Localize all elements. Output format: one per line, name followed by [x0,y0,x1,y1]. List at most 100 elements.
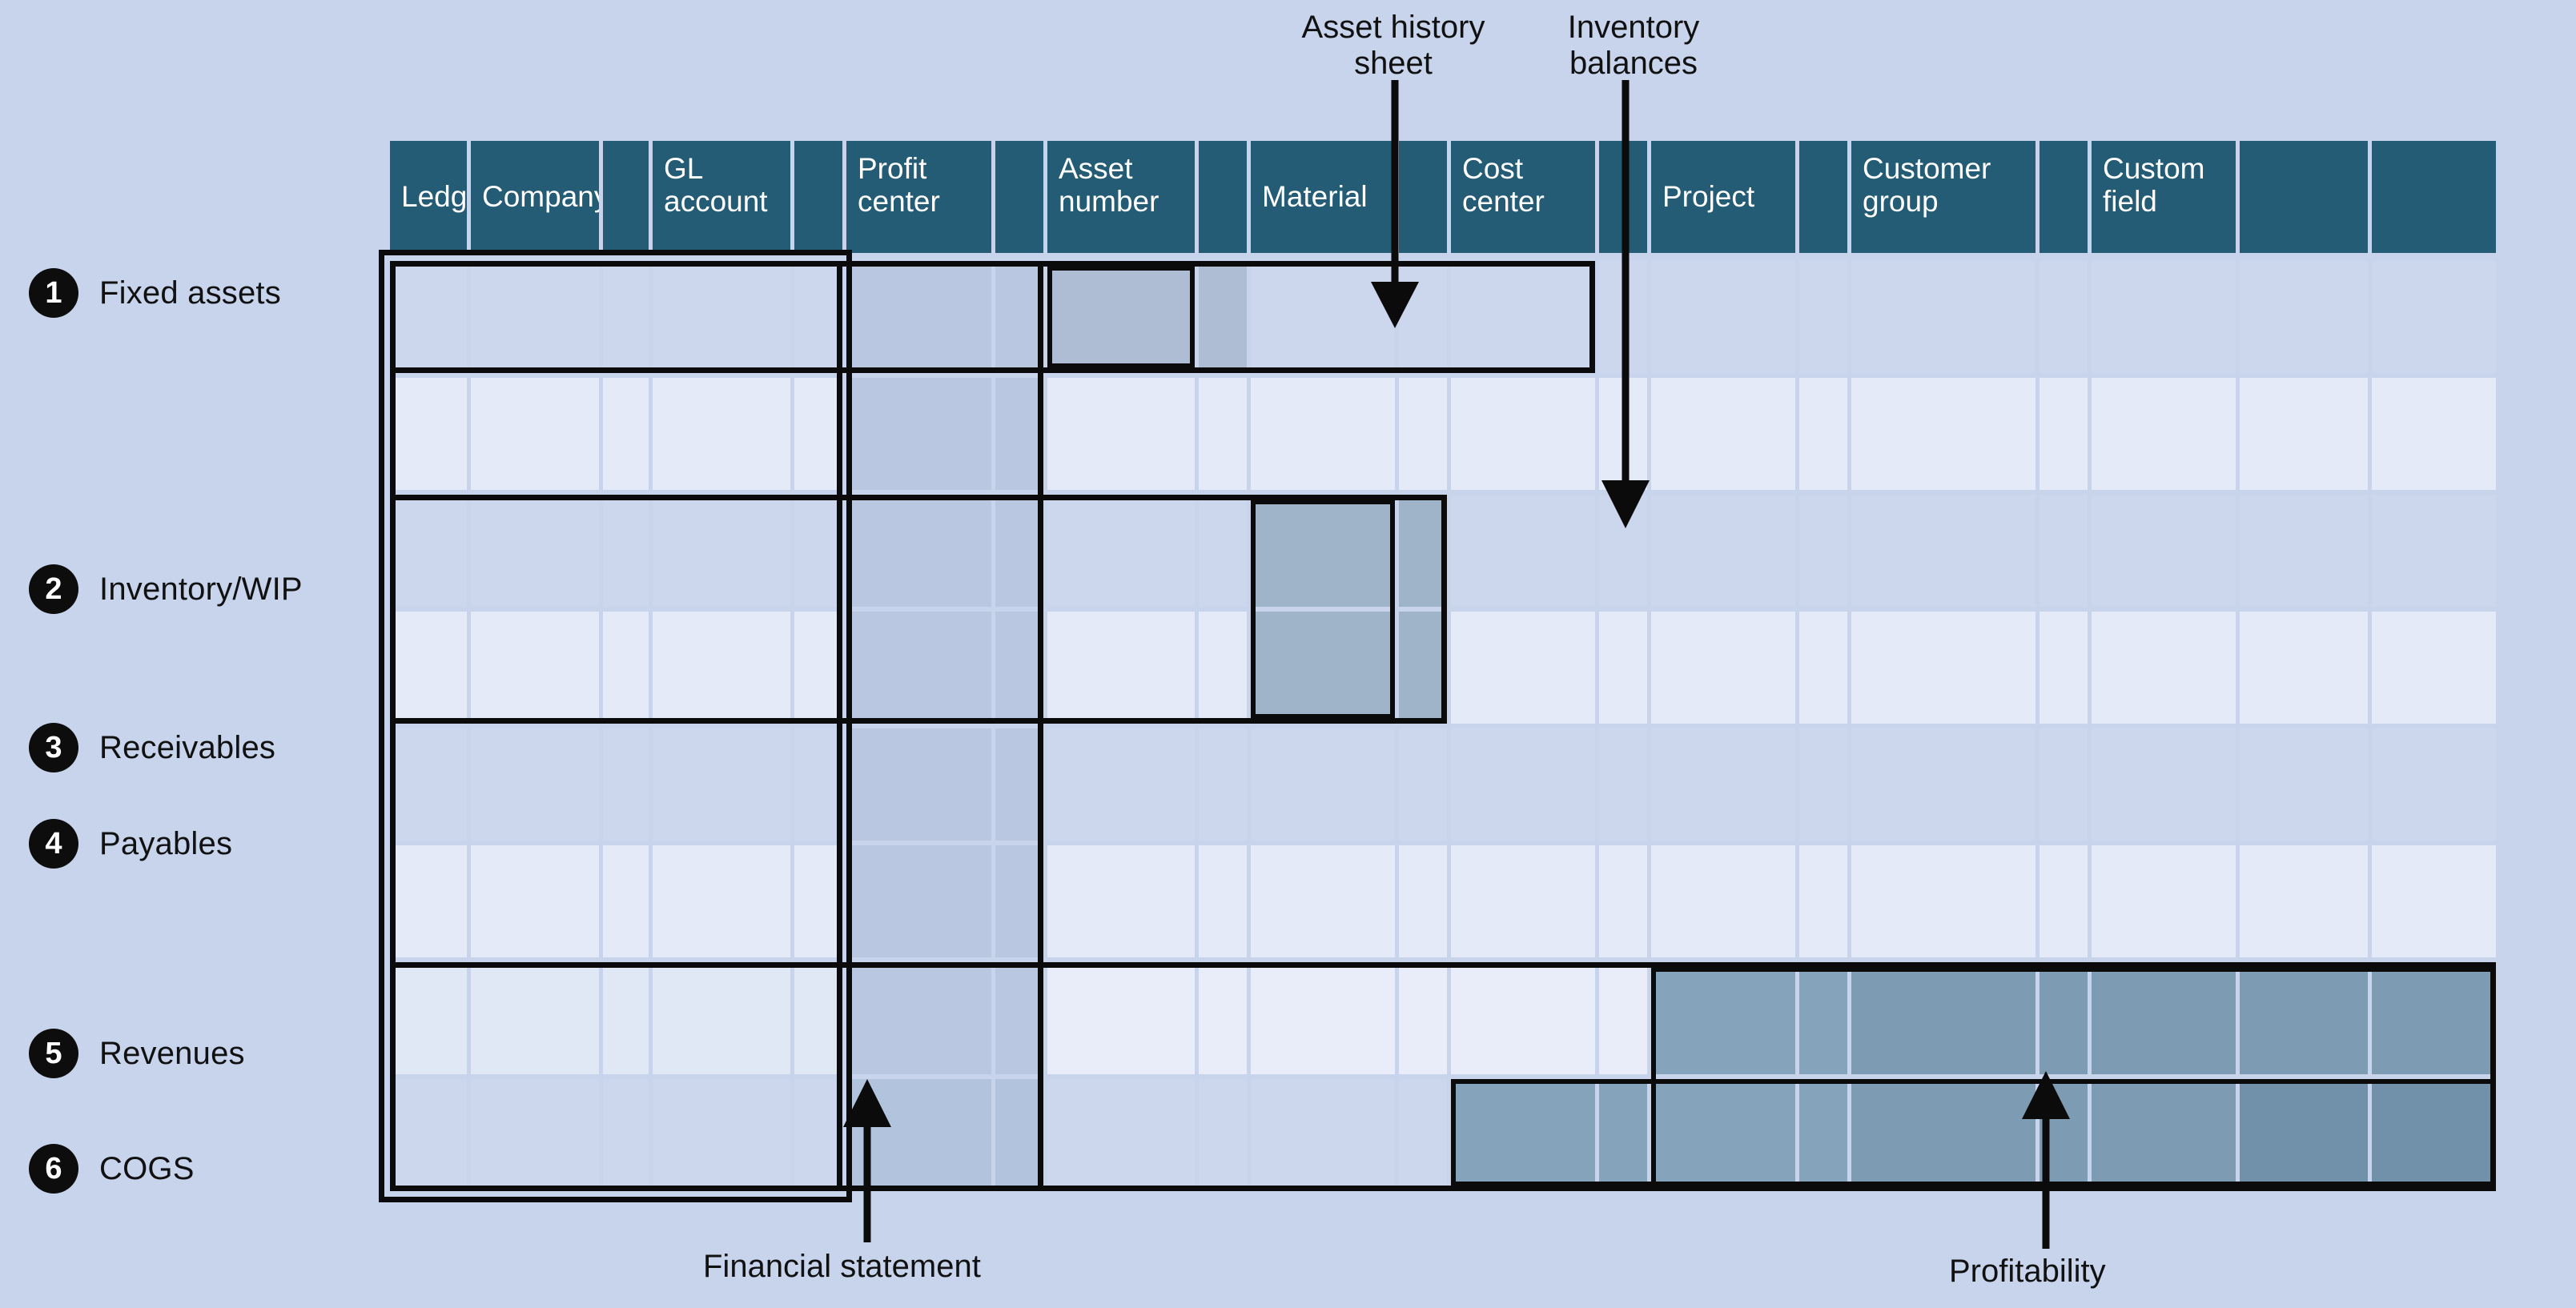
row-label-text: COGS [99,1150,195,1186]
cell [2092,728,2236,841]
cell [1047,261,1195,373]
row-label-text: Payables [99,825,233,861]
cell [1799,378,1847,490]
cell [471,1079,599,1191]
row-label-text: Receivables [99,729,276,765]
cell [603,261,649,373]
row-label-cogs: 6 COGS [29,1140,195,1198]
cell [1451,261,1595,373]
cell [995,728,1043,841]
column-header-project: Project [1651,141,1795,253]
cell [1199,1079,1247,1191]
cell [1199,261,1247,373]
cell [471,378,599,490]
cell [1251,845,1395,957]
column-header-blank-9 [2240,141,2368,253]
cell [794,728,842,841]
cell [1251,1079,1395,1191]
cell [1651,1079,1795,1191]
cell [2092,495,2236,607]
cell [794,612,842,724]
cell [2040,1079,2088,1191]
cell [1199,378,1247,490]
cell [1047,1079,1195,1191]
cell [1199,962,1247,1074]
cell [390,612,467,724]
cell [2372,612,2496,724]
column-header-blank-7 [1799,141,1847,253]
cell [2240,845,2368,957]
cell [1851,728,2035,841]
cell [2372,495,2496,607]
column-header-blank-1 [603,141,649,253]
cell [1251,728,1395,841]
cell [1399,378,1447,490]
cell [1651,845,1795,957]
diagram-canvas: 1 Fixed assets 2 Inventory/WIP 3 Receiva… [0,0,2576,1308]
column-header-blank-3 [995,141,1043,253]
cell [2040,728,2088,841]
cell [603,612,649,724]
cell [471,612,599,724]
cell [471,962,599,1074]
column-header-blank-8 [2040,141,2088,253]
column-header-blank-4 [1199,141,1247,253]
cell [1651,962,1795,1074]
cell [2240,612,2368,724]
cell [1599,962,1647,1074]
cell [794,1079,842,1191]
cell [2240,728,2368,841]
cell [1799,845,1847,957]
cell [471,495,599,607]
cell [2092,1079,2236,1191]
row-badge: 2 [29,564,78,614]
cell [390,1079,467,1191]
cell [2372,378,2496,490]
cell [1047,962,1195,1074]
cell [1451,728,1595,841]
column-header-blank-6 [1599,141,1647,253]
row-label-text: Inventory/WIP [99,571,303,607]
cell [2040,845,2088,957]
cell [390,962,467,1074]
cell [1199,612,1247,724]
callout-financial-statement: Financial statement [703,1249,981,1284]
cell [1851,261,2035,373]
cell [653,1079,790,1191]
cell [2040,261,2088,373]
row-label-inventory-wip: 2 Inventory/WIP [29,560,303,618]
row-badge: 5 [29,1029,78,1078]
row-badge: 1 [29,268,78,318]
row-label-fixed-assets: 1 Fixed assets [29,264,281,322]
cell [1851,845,2035,957]
cell [2372,1079,2496,1191]
cell [603,962,649,1074]
cell [390,495,467,607]
cell [2372,728,2496,841]
column-header-profit-center: Profit center [846,141,991,253]
column-header-company: Company [471,141,599,253]
cell [1799,261,1847,373]
cell [1599,728,1647,841]
cell [1599,495,1647,607]
cell [2092,261,2236,373]
cell [846,612,991,724]
cell [1251,378,1395,490]
cell [1799,1079,1847,1191]
column-header-blank-5 [1399,141,1447,253]
cell [1851,495,2035,607]
cell [1851,612,2035,724]
cell [1799,728,1847,841]
cell [1399,728,1447,841]
cell [995,261,1043,373]
cell [995,612,1043,724]
row-label-revenues: 5 Revenues [29,1025,245,1082]
cell [1399,261,1447,373]
cell [2040,612,2088,724]
row-badge: 3 [29,723,78,772]
cell [1599,378,1647,490]
column-header-ledger: Ledger [390,141,467,253]
cell [794,845,842,957]
column-header-custom-field: Custom field [2092,141,2236,253]
cell [1047,378,1195,490]
